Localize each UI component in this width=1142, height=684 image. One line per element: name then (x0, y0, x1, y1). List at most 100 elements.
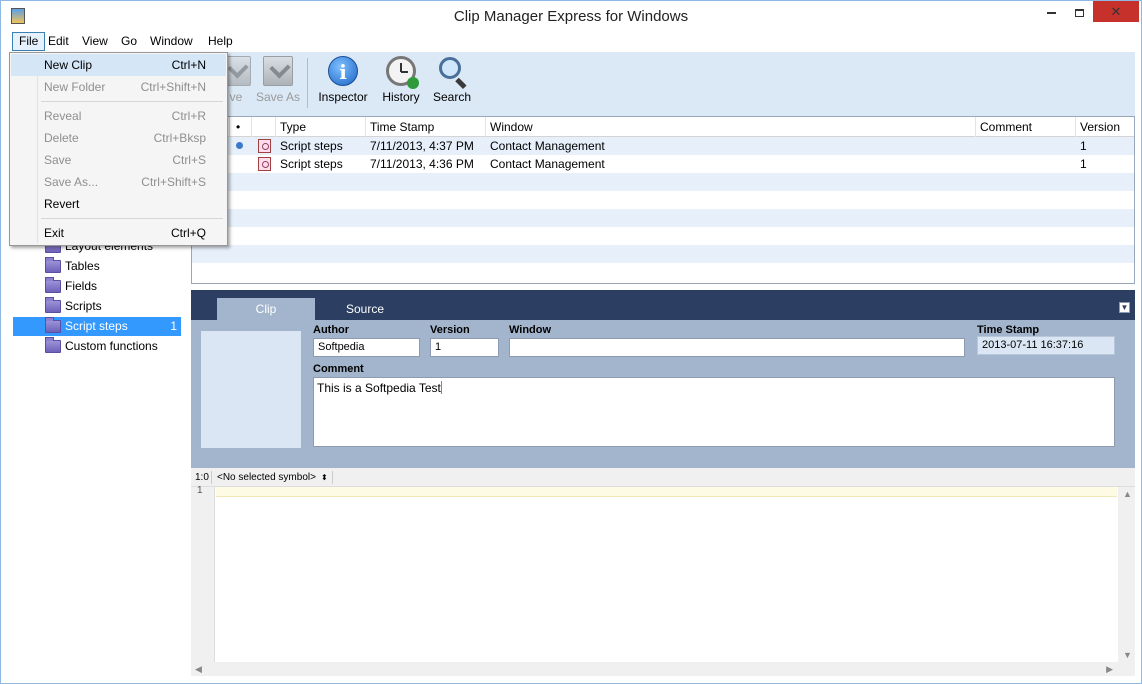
window-title: Clip Manager Express for Windows (453, 8, 689, 25)
author-label: Author (313, 324, 350, 336)
history-label: History (382, 90, 420, 104)
current-version-icon (236, 142, 243, 149)
minimize-button[interactable] (1037, 1, 1065, 22)
timestamp-field: 2013-07-11 16:37:16 (977, 336, 1115, 355)
window-field[interactable] (509, 338, 965, 357)
menu-item-exit[interactable]: Exit Ctrl+Q (11, 222, 226, 244)
tree-item-custom-functions[interactable]: Custom functions (13, 337, 181, 356)
tree-item-tables[interactable]: Tables (13, 257, 181, 276)
save-as-label: Save As (255, 90, 301, 104)
line-number: 1 (197, 485, 203, 496)
search-button[interactable]: Search (431, 56, 473, 104)
scroll-down-icon[interactable]: ▼ (1123, 650, 1132, 660)
clip-icon (258, 139, 271, 153)
table-row[interactable]: Script steps 7/11/2013, 4:36 PM Contact … (192, 155, 1134, 173)
menu-item-new-clip[interactable]: New Clip Ctrl+N (11, 54, 226, 76)
maximize-icon (1074, 8, 1084, 17)
version-field[interactable]: 1 (430, 338, 499, 357)
empty-row (192, 173, 1134, 191)
clip-detail-panel: Clip Source ▼ Author Softpedia Version 1… (191, 290, 1135, 468)
line-gutter (191, 487, 215, 662)
column-header-type[interactable]: Type (276, 117, 366, 137)
item-count: 1 (170, 319, 177, 333)
empty-row (192, 209, 1134, 227)
window-label: Window (509, 324, 552, 336)
empty-row (192, 263, 1134, 281)
menu-view[interactable]: View (76, 32, 114, 51)
chevron-up-down-icon[interactable]: ⬍ (321, 468, 328, 487)
menu-item-reveal[interactable]: Reveal Ctrl+R (11, 105, 226, 127)
column-header-dot[interactable]: • (230, 117, 252, 137)
save-as-button[interactable]: Save As (255, 56, 301, 104)
author-field[interactable]: Softpedia (313, 338, 420, 357)
scroll-left-icon[interactable]: ◀ (195, 664, 202, 675)
scroll-up-icon[interactable]: ▲ (1123, 489, 1132, 499)
info-icon: i (328, 56, 358, 86)
clock-icon (386, 56, 419, 89)
vertical-scrollbar[interactable]: ▲ ▼ (1118, 487, 1135, 662)
folder-icon (45, 257, 61, 273)
toolbar-separator (307, 58, 308, 108)
column-header-comment[interactable]: Comment (976, 117, 1076, 137)
timestamp-label: Time Stamp (977, 324, 1040, 336)
menu-item-save-as[interactable]: Save As... Ctrl+Shift+S (11, 171, 226, 193)
close-button[interactable]: ✕ (1093, 1, 1139, 22)
maximize-button[interactable] (1065, 1, 1093, 22)
menu-item-new-folder[interactable]: New Folder Ctrl+Shift+N (11, 76, 226, 98)
save-as-icon (263, 56, 293, 86)
search-label: Search (432, 90, 472, 104)
menu-bar: File Edit View Go Window Help (9, 32, 1135, 52)
menu-window[interactable]: Window (144, 32, 199, 51)
inspector-label: Inspector (318, 90, 368, 104)
file-dropdown-menu: New Clip Ctrl+N New Folder Ctrl+Shift+N … (9, 52, 228, 246)
empty-row (192, 245, 1134, 263)
comment-label: Comment (313, 363, 364, 375)
title-bar: Clip Manager Express for Windows ✕ (1, 1, 1141, 32)
scroll-right-icon[interactable]: ▶ (1106, 664, 1113, 675)
column-header-timestamp[interactable]: Time Stamp (366, 117, 486, 137)
tree-item-fields[interactable]: Fields (13, 277, 181, 296)
menu-go[interactable]: Go (115, 32, 143, 51)
column-header-window[interactable]: Window (486, 117, 976, 137)
tree-item-scripts[interactable]: Scripts (13, 297, 181, 316)
close-icon: ✕ (1110, 4, 1122, 19)
folder-icon (45, 297, 61, 313)
menu-item-save[interactable]: Save Ctrl+S (11, 149, 226, 171)
table-row[interactable]: Script steps 7/11/2013, 4:37 PM Contact … (192, 137, 1134, 155)
column-header-version[interactable]: Version (1076, 117, 1134, 137)
collapse-icon[interactable]: ▼ (1119, 302, 1130, 313)
horizontal-scrollbar[interactable]: ◀ ▶ (191, 662, 1135, 676)
folder-icon (45, 337, 61, 353)
menu-item-revert[interactable]: Revert (11, 193, 226, 215)
menu-item-delete[interactable]: Delete Ctrl+Bksp (11, 127, 226, 149)
tab-clip[interactable]: Clip (217, 298, 315, 320)
app-window: Clip Manager Express for Windows ✕ File … (0, 0, 1142, 684)
detail-tab-bar: Clip Source ▼ (191, 290, 1135, 320)
list-header: • Type Time Stamp Window Comment Version (192, 117, 1134, 137)
menu-file[interactable]: File (12, 32, 46, 51)
column-header-icon[interactable] (252, 117, 276, 137)
folder-icon (45, 317, 61, 333)
tab-source[interactable]: Source (319, 298, 411, 320)
version-label: Version (430, 324, 470, 336)
comment-field[interactable]: This is a Softpedia Test (313, 377, 1115, 447)
search-icon (437, 56, 467, 90)
symbol-bar: 1:0 <No selected symbol> ⬍ (191, 468, 1135, 487)
empty-row (192, 227, 1134, 245)
menu-edit[interactable]: Edit (42, 32, 75, 51)
clip-icon (258, 157, 271, 171)
code-editor[interactable]: 1:0 <No selected symbol> ⬍ 1 ▲ ▼ ◀ ▶ (191, 468, 1135, 676)
menu-help[interactable]: Help (202, 32, 239, 51)
history-button[interactable]: History (379, 56, 423, 104)
minimize-icon (1046, 11, 1056, 14)
empty-row (192, 191, 1134, 209)
inspector-button[interactable]: i Inspector (317, 56, 369, 104)
menu-separator (41, 218, 223, 219)
menu-separator (41, 101, 223, 102)
tree-item-script-steps[interactable]: Script steps 1 (13, 317, 181, 336)
text-caret (440, 381, 442, 394)
folder-icon (45, 277, 61, 293)
clip-list: • Type Time Stamp Window Comment Version… (191, 116, 1135, 284)
current-line-highlight (216, 487, 1117, 497)
symbol-selector[interactable]: <No selected symbol> (217, 468, 316, 487)
